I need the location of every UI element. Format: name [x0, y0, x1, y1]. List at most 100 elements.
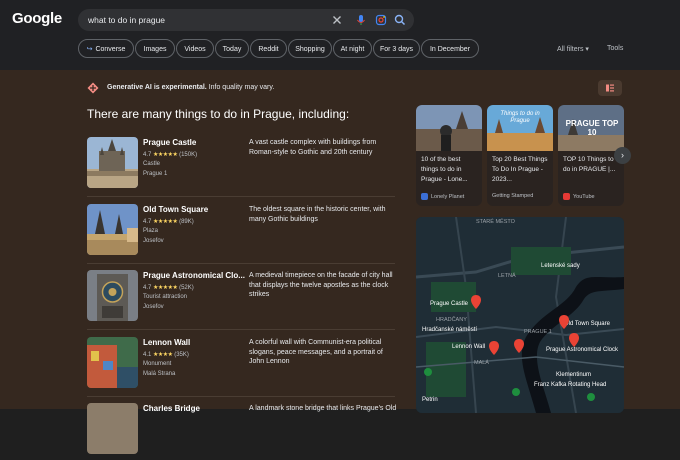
- google-logo[interactable]: Google: [12, 10, 62, 27]
- lennon-wall-photo: [87, 337, 138, 388]
- divider: [87, 396, 395, 397]
- chip-converse[interactable]: ↪ Converse: [78, 39, 134, 58]
- map-label-mala: MALÁ: [474, 360, 489, 366]
- rating-value: 4.7: [143, 152, 152, 158]
- lonely-planet-logo-icon: [421, 193, 428, 200]
- card-source-name: YouTube: [573, 193, 595, 200]
- divider: [87, 196, 395, 197]
- item-name[interactable]: Lennon Wall: [143, 338, 190, 347]
- item-rating: 4.7 ★★★★★ (52K): [143, 284, 194, 291]
- item-description: A vast castle complex with buildings fro…: [249, 139, 377, 156]
- card-title: TOP 10 Things to do in PRAGUE |...: [563, 156, 616, 173]
- card-source-name: Getting Stamped: [492, 193, 534, 199]
- map-label-lennon-wall: Lennon Wall: [452, 344, 486, 350]
- chip-today[interactable]: Today: [215, 39, 249, 58]
- item-type: Plaza: [143, 228, 159, 234]
- list-item[interactable]: Lennon Wall 4.1 ★★★★ (35K) Monument Malá…: [87, 337, 395, 394]
- map-label-letenske-sady: Letenské sady: [541, 263, 580, 269]
- item-description: A colorful wall with Communist-era polit…: [249, 339, 383, 365]
- map-label-franz-kafka: Franz Kafka Rotating Head: [534, 382, 607, 388]
- map-label-astronomical-clock: Prague Astronomical Clock: [545, 347, 619, 353]
- chip-label: Converse: [95, 46, 126, 53]
- map-label-prague-1: PRAGUE 1: [524, 329, 552, 335]
- card-title: Top 20 Best Things To Do In Prague - 202…: [492, 156, 548, 183]
- microphone-icon[interactable]: [354, 13, 368, 27]
- map-label-hradcany: HRADČANY: [436, 317, 467, 323]
- prague-castle-photo: [87, 137, 138, 188]
- chip-for-3-days[interactable]: For 3 days: [373, 39, 420, 58]
- review-count: (89K): [179, 219, 194, 225]
- top-bar: Google what to do in prague ↪ Converse Im…: [0, 0, 680, 70]
- item-name[interactable]: Prague Castle: [143, 138, 196, 147]
- chip-images[interactable]: Images: [135, 39, 175, 58]
- review-count: (35K): [174, 352, 189, 358]
- lens-icon[interactable]: [374, 13, 388, 27]
- list-item[interactable]: Prague Castle 4.7 ★★★★★ (150K) Castle Pr…: [87, 137, 395, 194]
- all-filters-label: All filters: [557, 46, 584, 53]
- item-description: The oldest square in the historic center…: [249, 206, 386, 223]
- list-item[interactable]: Charles Bridge A landmark stone bridge t…: [87, 403, 396, 460]
- item-name[interactable]: Prague Astronomical Clo...: [143, 271, 245, 280]
- all-filters-button[interactable]: All filters ▾: [557, 45, 589, 53]
- list-item[interactable]: Old Town Square 4.7 ★★★★★ (89K) Plaza Jo…: [87, 204, 395, 261]
- review-count: (150K): [179, 152, 198, 158]
- panel-icon: [606, 84, 614, 92]
- converse-arrow-icon: ↪: [86, 46, 93, 53]
- chip-in-december[interactable]: In December: [421, 39, 479, 58]
- card-source: YouTube: [563, 193, 595, 200]
- rating-value: 4.7: [143, 219, 152, 225]
- item-area: Malá Strana: [143, 371, 176, 377]
- item-type: Castle: [143, 161, 161, 167]
- ai-disclaimer-bold: Generative AI is experimental.: [107, 84, 207, 91]
- item-rating: 4.7 ★★★★★ (150K): [143, 151, 197, 158]
- tools-button[interactable]: Tools: [607, 45, 623, 52]
- chip-videos[interactable]: Videos: [176, 39, 214, 58]
- map-label-letna: LETNÁ: [498, 273, 516, 279]
- clear-icon[interactable]: [330, 13, 344, 27]
- item-rating: 4.1 ★★★★ (35K): [143, 351, 189, 358]
- divider: [87, 263, 395, 264]
- chip-reddit[interactable]: Reddit: [250, 39, 287, 58]
- card-source: Lonely Planet: [421, 193, 464, 200]
- item-area: Josefov: [143, 304, 164, 310]
- chip-at-night[interactable]: At night: [333, 39, 372, 58]
- lonely-planet-thumbnail: [416, 105, 482, 151]
- search-input[interactable]: what to do in prague: [88, 15, 165, 25]
- map[interactable]: STARÉ MĚSTO LETNÁ Letenské sady Prague C…: [416, 217, 624, 413]
- item-area: Josefov: [143, 238, 164, 244]
- map-label-stare-mesto: STARÉ MĚSTO: [476, 219, 515, 225]
- card-image-caption: Things to do in Prague: [500, 111, 540, 124]
- card-source-name: Lonely Planet: [431, 193, 465, 200]
- item-rating: 4.7 ★★★★★ (89K): [143, 218, 194, 225]
- overview-heading: There are many things to do in Prague, i…: [87, 107, 350, 121]
- map-label-old-town-square: Old Town Square: [564, 321, 610, 327]
- rating-value: 4.7: [143, 285, 152, 291]
- source-card[interactable]: 10 of the best things to do in Prague - …: [416, 105, 482, 206]
- item-name[interactable]: Old Town Square: [143, 205, 208, 214]
- chevron-right-icon[interactable]: ›: [614, 147, 631, 164]
- layout-toggle-button[interactable]: [598, 80, 622, 96]
- map-label-petrin: Petrin: [422, 397, 438, 403]
- charles-bridge-photo: [87, 403, 138, 454]
- search-box[interactable]: what to do in prague: [78, 9, 414, 31]
- chip-shopping[interactable]: Shopping: [288, 39, 332, 58]
- card-source: Getting Stamped: [492, 193, 533, 199]
- card-image-caption: PRAGUE TOP 10: [565, 119, 619, 137]
- sparkle-icon: [87, 82, 99, 94]
- map-label-prague-castle: Prague Castle: [430, 301, 469, 307]
- source-card[interactable]: Things to do in Prague Top 20 Best Thing…: [487, 105, 553, 206]
- chevron-down-icon: ▾: [585, 46, 589, 53]
- astronomical-clock-photo: [87, 270, 138, 321]
- old-town-square-photo: [87, 204, 138, 255]
- map-label-klementinum: Klementinum: [556, 372, 592, 378]
- map-label-hradcanske: Hradčanské náměstí: [422, 327, 478, 333]
- star-rating-icon: ★★★★: [153, 352, 173, 358]
- ai-disclaimer: Generative AI is experimental. Info qual…: [107, 84, 274, 91]
- list-item[interactable]: Prague Astronomical Clo... 4.7 ★★★★★ (52…: [87, 270, 395, 327]
- star-rating-icon: ★★★★★: [153, 285, 178, 291]
- item-description: A medieval timepiece on the facade of ci…: [249, 272, 393, 298]
- item-area: Prague 1: [143, 171, 168, 177]
- search-icon[interactable]: [393, 13, 407, 27]
- ai-overview-section: Generative AI is experimental. Info qual…: [0, 70, 680, 454]
- card-title: 10 of the best things to do in Prague - …: [421, 156, 468, 183]
